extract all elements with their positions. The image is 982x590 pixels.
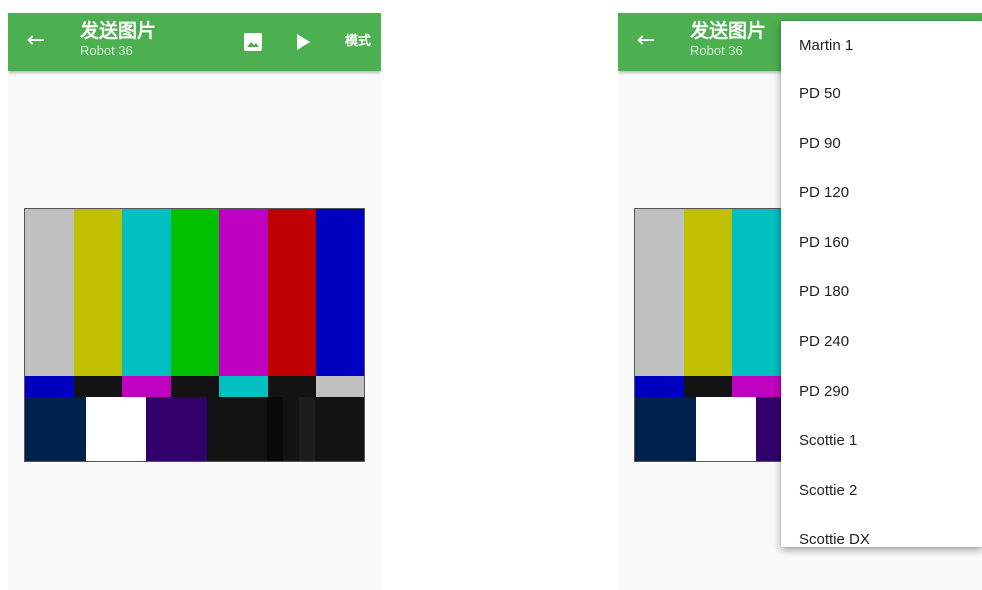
menu-item-pd-90[interactable]: PD 90 [781, 119, 982, 169]
left-screen: ← 发送图片 Robot 36 模式 [8, 13, 381, 590]
test-card-color-bars [25, 209, 364, 376]
app-bar-titles: 发送图片 Robot 36 [690, 20, 766, 60]
menu-item-scottie-1[interactable]: Scottie 1 [781, 416, 982, 466]
mode-menu: Martin 1 PD 50 PD 90 PD 120 PD 160 PD 18… [781, 21, 982, 547]
menu-item-martin-1[interactable]: Martin 1 [781, 21, 982, 69]
menu-item-scottie-dx[interactable]: Scottie DX [781, 515, 982, 547]
test-card-pluge [25, 397, 364, 461]
menu-item-pd-240[interactable]: PD 240 [781, 317, 982, 367]
arrow-left-icon[interactable]: ← [634, 29, 658, 53]
menu-item-pd-120[interactable]: PD 120 [781, 168, 982, 218]
mode-subtitle: Robot 36 [690, 43, 743, 58]
mode-subtitle: Robot 36 [80, 43, 133, 58]
menu-item-scottie-2[interactable]: Scottie 2 [781, 466, 982, 516]
menu-item-pd-180[interactable]: PD 180 [781, 267, 982, 317]
page-title: 发送图片 [690, 20, 767, 42]
play-icon[interactable] [290, 29, 316, 55]
image-icon[interactable] [240, 29, 266, 55]
app-bar-titles: 发送图片 Robot 36 [80, 20, 156, 60]
app-bar: ← 发送图片 Robot 36 模式 [8, 13, 381, 71]
menu-item-pd-160[interactable]: PD 160 [781, 218, 982, 268]
mode-menu-button[interactable]: 模式 [345, 33, 371, 51]
menu-item-pd-50[interactable]: PD 50 [781, 69, 982, 119]
menu-item-pd-290[interactable]: PD 290 [781, 367, 982, 417]
test-card-image [24, 208, 365, 462]
arrow-left-icon[interactable]: ← [24, 29, 48, 53]
test-card-castellation [25, 376, 364, 397]
page-title: 发送图片 [80, 20, 157, 42]
